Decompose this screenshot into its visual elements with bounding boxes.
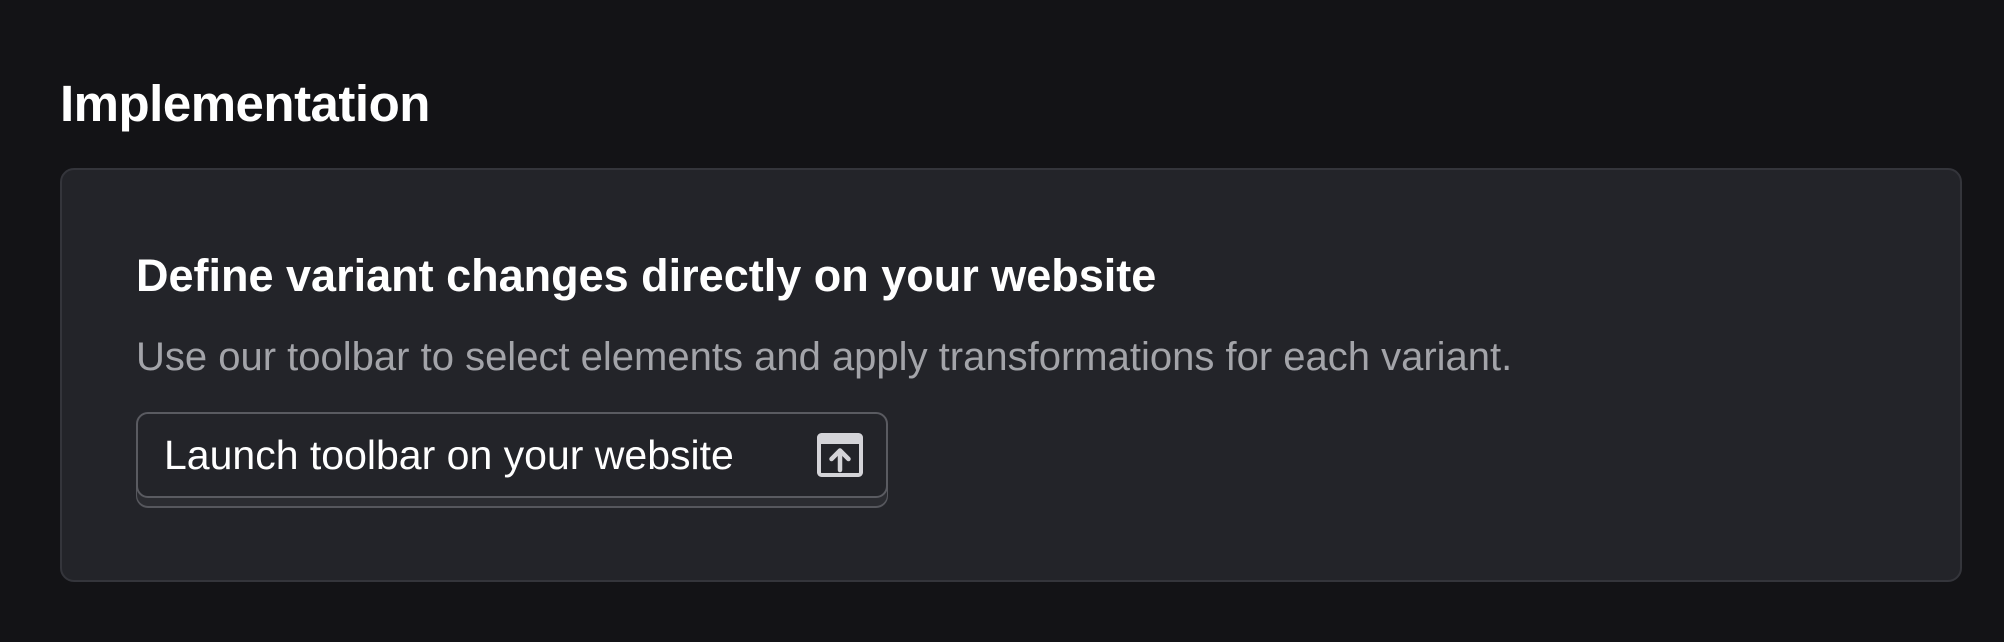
card-heading: Define variant changes directly on your … (136, 250, 1157, 301)
section-title: Implementation (60, 75, 430, 132)
implementation-card: Define variant changes directly on your … (60, 168, 1962, 582)
open-in-new-icon (817, 433, 863, 477)
launch-toolbar-button-label: Launch toolbar on your website (164, 432, 734, 478)
launch-toolbar-button[interactable]: Launch toolbar on your website (136, 412, 888, 498)
card-description: Use our toolbar to select elements and a… (136, 335, 1513, 379)
